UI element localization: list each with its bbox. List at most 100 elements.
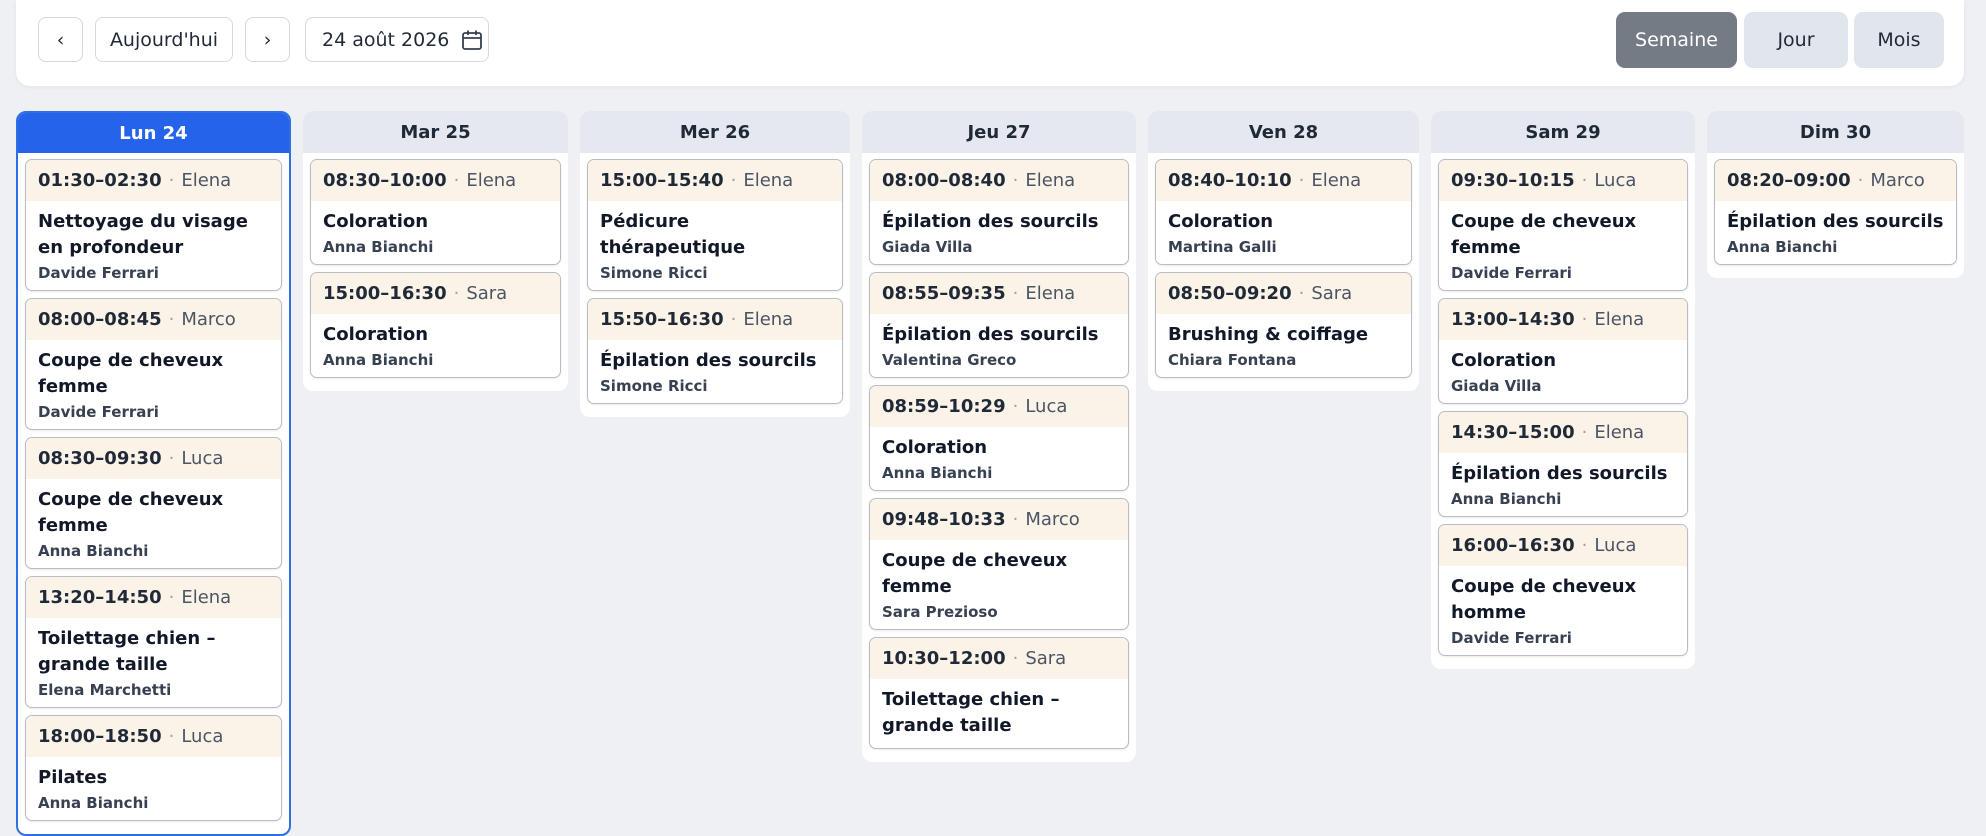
appointment-card[interactable]: 10:30–12:00 · Sara Toilettage chien – grand… (869, 637, 1129, 749)
separator-dot: · (730, 170, 737, 191)
appointment-staff: Elena (466, 170, 517, 191)
view-week-button[interactable]: Semaine (1616, 12, 1737, 68)
separator-dot: · (1298, 283, 1305, 304)
appointment-card[interactable]: 13:20–14:50 · Elena Toilettage chien – gran… (25, 576, 282, 708)
appointment-staff: Elena (743, 170, 794, 191)
appointment-service: Coupe de cheveux femme (38, 350, 224, 397)
day-header[interactable]: Sam 29 (1431, 111, 1695, 153)
appointment-header: 08:30–09:30 · Luca (26, 438, 281, 479)
day-header[interactable]: Dim 30 (1707, 111, 1964, 153)
appointment-header: 15:50–16:30 · Elena (588, 299, 842, 340)
appointment-client: Davide Ferrari (1451, 264, 1572, 282)
separator-dot: · (168, 448, 175, 469)
appointment-header: 08:20–09:00 · Marco (1715, 160, 1956, 201)
appointment-time: 09:48–10:33 (882, 509, 1006, 530)
appointment-staff: Luca (1594, 170, 1637, 191)
appointment-card[interactable]: 15:50–16:30 · Elena Épilation des sourcils S… (587, 298, 843, 404)
day-column: Ven 28 08:40–10:10 · Elena Coloration Martina… (1148, 111, 1419, 391)
day-column: Lun 24 01:30–02:30 · Elena Nettoyage du visa… (16, 111, 291, 836)
appointment-header: 08:00–08:40 · Elena (870, 160, 1128, 201)
appointment-service: Pilates (38, 767, 108, 788)
appointment-client: Davide Ferrari (1451, 629, 1572, 647)
appointment-card[interactable]: 09:30–10:15 · Luca Coupe de cheveux femme Da… (1438, 159, 1688, 291)
appointment-card[interactable]: 08:00–08:45 · Marco Coupe de cheveux femme D… (25, 298, 282, 430)
appointment-time: 08:20–09:00 (1727, 170, 1851, 191)
day-header[interactable]: Ven 28 (1148, 111, 1419, 153)
separator-dot: · (1581, 422, 1588, 443)
day-header[interactable]: Lun 24 (18, 113, 289, 153)
day-events: 09:30–10:15 · Luca Coupe de cheveux femme Da… (1431, 153, 1695, 669)
view-month-button[interactable]: Mois (1854, 12, 1944, 68)
appointment-card[interactable]: 08:30–10:00 · Elena Coloration Anna Bianchi (310, 159, 561, 265)
separator-dot: · (168, 170, 175, 191)
appointment-client: Simone Ricci (600, 264, 708, 282)
day-events: 08:40–10:10 · Elena Coloration Martina Galli… (1148, 153, 1419, 391)
day-events: 01:30–02:30 · Elena Nettoyage du visage en … (18, 153, 289, 834)
appointment-service: Coupe de cheveux homme (1451, 576, 1637, 623)
day-events: 08:20–09:00 · Marco Épilation des sourcils A… (1707, 153, 1964, 278)
appointment-card[interactable]: 18:00–18:50 · Luca Pilates Anna Bianchi (25, 715, 282, 821)
next-week-button[interactable]: › (245, 17, 290, 62)
appointment-time: 18:00–18:50 (38, 726, 162, 747)
appointment-card[interactable]: 08:20–09:00 · Marco Épilation des sourcils A… (1714, 159, 1957, 265)
appointment-service: Nettoyage du visage en profondeur (38, 211, 248, 258)
appointment-card[interactable]: 08:30–09:30 · Luca Coupe de cheveux femme An… (25, 437, 282, 569)
appointment-card[interactable]: 15:00–15:40 · Elena Pédicure thérapeutique S… (587, 159, 843, 291)
today-button[interactable]: Aujourd'hui (95, 17, 233, 62)
separator-dot: · (1298, 170, 1305, 191)
separator-dot: · (168, 309, 175, 330)
appointment-staff: Luca (181, 448, 224, 469)
appointment-staff: Marco (1025, 509, 1080, 530)
appointment-client: Anna Bianchi (323, 351, 434, 369)
appointment-card[interactable]: 14:30–15:00 · Elena Épilation des sourcils A… (1438, 411, 1688, 517)
appointment-header: 14:30–15:00 · Elena (1439, 412, 1687, 453)
appointment-client: Anna Bianchi (882, 464, 993, 482)
appointment-header: 09:30–10:15 · Luca (1439, 160, 1687, 201)
date-picker[interactable]: 24 août 2026 (305, 17, 489, 62)
appointment-time: 14:30–15:00 (1451, 422, 1575, 443)
appointment-header: 16:00–16:30 · Luca (1439, 525, 1687, 566)
appointment-card[interactable]: 08:50–09:20 · Sara Brushing & coiffage Chiar… (1155, 272, 1412, 378)
appointment-staff: Elena (1025, 170, 1076, 191)
appointment-staff: Sara (466, 283, 508, 304)
view-day-button[interactable]: Jour (1744, 12, 1848, 68)
appointment-card[interactable]: 15:00–16:30 · Sara Coloration Anna Bianchi (310, 272, 561, 378)
appointment-service: Épilation des sourcils (600, 350, 817, 371)
previous-week-button[interactable]: ‹ (38, 17, 83, 62)
separator-dot: · (1012, 283, 1019, 304)
day-header[interactable]: Mer 26 (580, 111, 850, 153)
appointment-client: Sara Prezioso (882, 603, 998, 621)
day-events: 08:00–08:40 · Elena Épilation des sourcils G… (862, 153, 1136, 762)
appointment-time: 13:00–14:30 (1451, 309, 1575, 330)
appointment-client: Anna Bianchi (1451, 490, 1562, 508)
appointment-header: 08:30–10:00 · Elena (311, 160, 560, 201)
appointment-client: Davide Ferrari (38, 264, 159, 282)
calendar-icon (461, 29, 483, 51)
day-column: Mer 26 15:00–15:40 · Elena Pédicure thérapeu… (580, 111, 850, 417)
appointment-service: Épilation des sourcils (882, 324, 1099, 345)
appointment-header: 15:00–15:40 · Elena (588, 160, 842, 201)
day-column: Mar 25 08:30–10:00 · Elena Coloration Anna Bi… (303, 111, 568, 391)
separator-dot: · (453, 170, 460, 191)
appointment-card[interactable]: 13:00–14:30 · Elena Coloration Giada Villa (1438, 298, 1688, 404)
appointment-card[interactable]: 01:30–02:30 · Elena Nettoyage du visage en … (25, 159, 282, 291)
appointment-card[interactable]: 08:55–09:35 · Elena Épilation des sourcils V… (869, 272, 1129, 378)
day-header[interactable]: Jeu 27 (862, 111, 1136, 153)
appointment-time: 08:59–10:29 (882, 396, 1006, 417)
separator-dot: · (1581, 309, 1588, 330)
separator-dot: · (1012, 648, 1019, 669)
appointment-staff: Luca (1594, 535, 1637, 556)
appointment-time: 08:50–09:20 (1168, 283, 1292, 304)
appointment-card[interactable]: 08:00–08:40 · Elena Épilation des sourcils G… (869, 159, 1129, 265)
day-header[interactable]: Mar 25 (303, 111, 568, 153)
appointment-header: 08:40–10:10 · Elena (1156, 160, 1411, 201)
appointment-header: 13:20–14:50 · Elena (26, 577, 281, 618)
appointment-client: Elena Marchetti (38, 681, 172, 699)
appointment-card[interactable]: 08:59–10:29 · Luca Coloration Anna Bianchi (869, 385, 1129, 491)
appointment-card[interactable]: 16:00–16:30 · Luca Coupe de cheveux homme Da… (1438, 524, 1688, 656)
appointment-card[interactable]: 09:48–10:33 · Marco Coupe de cheveux femme S… (869, 498, 1129, 630)
appointment-service: Coupe de cheveux femme (38, 489, 224, 536)
appointment-service: Épilation des sourcils (882, 211, 1099, 232)
appointment-card[interactable]: 08:40–10:10 · Elena Coloration Martina Galli (1155, 159, 1412, 265)
separator-dot: · (1581, 170, 1588, 191)
